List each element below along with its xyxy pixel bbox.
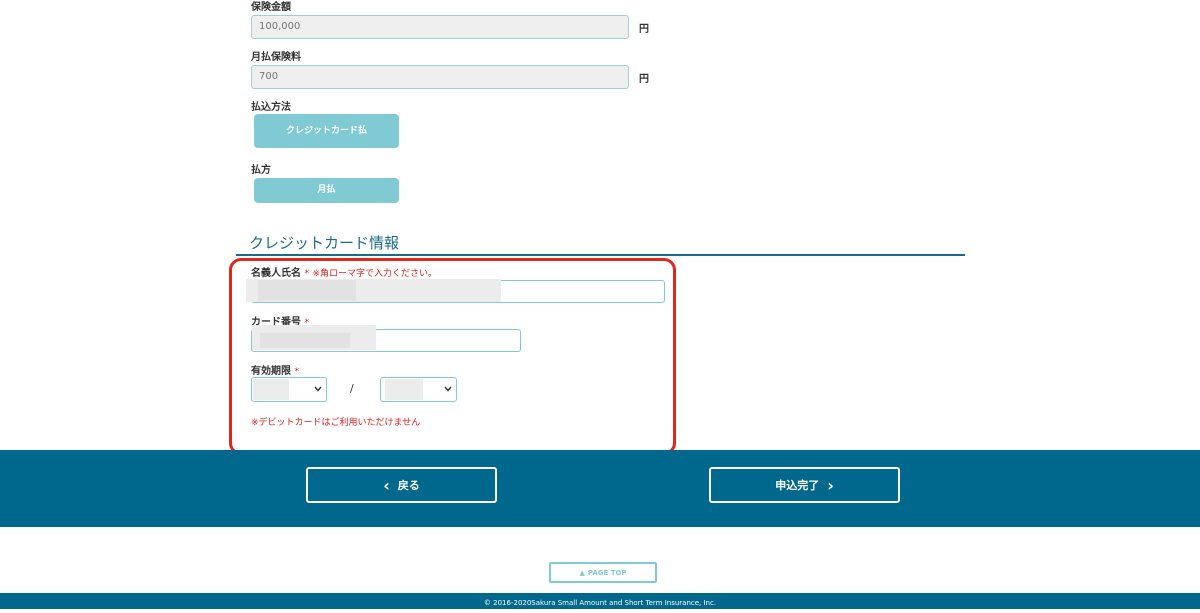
chevron-down-icon — [314, 386, 322, 392]
expiry-label-text: 有効期限 — [251, 366, 291, 377]
redacted-holder-name-core — [258, 280, 356, 301]
credit-card-payment-button[interactable]: クレジットカード払 — [254, 114, 399, 148]
credit-card-section-title: クレジットカード情報 — [249, 234, 400, 252]
page-top-label: PAGE TOP — [587, 568, 627, 577]
expiry-label: 有効期限 * — [251, 362, 299, 377]
submit-button-label: 申込完了 — [775, 479, 820, 492]
chevron-down-icon — [444, 386, 452, 392]
expiry-year-select[interactable] — [380, 377, 457, 402]
monthly-premium-field[interactable]: 700 — [251, 65, 629, 89]
redacted-card-number-core — [260, 333, 350, 348]
redacted-expiry-year — [385, 379, 423, 400]
arrow-up-icon: ▲ — [579, 568, 585, 577]
monthly-premium-unit: 円 — [639, 74, 649, 85]
navigation-band: ‹ 戻る 申込完了 › — [0, 450, 1200, 527]
expiry-month-select[interactable] — [251, 377, 327, 402]
monthly-premium-label: 月払保険料 — [251, 52, 301, 63]
insurance-amount-unit: 円 — [639, 24, 649, 35]
holder-name-note: ※角ローマ字で入力ください。 — [312, 269, 438, 279]
payment-frequency-label: 払方 — [251, 165, 271, 176]
expiry-separator: / — [350, 382, 354, 395]
payment-method-label: 払込方法 — [251, 102, 291, 113]
section-divider — [236, 254, 965, 256]
chevron-left-icon: ‹ — [383, 475, 390, 495]
copyright-text: © 2016-2020Sakura Small Amount and Short… — [483, 599, 717, 607]
footer: © 2016-2020Sakura Small Amount and Short… — [0, 593, 1200, 609]
required-mark: * — [304, 269, 309, 279]
submit-button[interactable]: 申込完了 › — [709, 467, 900, 503]
holder-name-label-text: 名義人氏名 — [251, 268, 301, 279]
insurance-amount-label: 保険金額 — [251, 2, 291, 13]
back-button[interactable]: ‹ 戻る — [306, 467, 497, 503]
required-mark: * — [294, 367, 299, 377]
holder-name-label: 名義人氏名 * ※角ローマ字で入力ください。 — [251, 264, 437, 279]
redacted-expiry-month — [253, 379, 289, 400]
insurance-amount-field[interactable]: 100,000 — [251, 15, 629, 39]
debit-card-note: ※デビットカードはご利用いただけません — [251, 418, 421, 428]
monthly-payment-button[interactable]: 月払 — [254, 178, 399, 203]
chevron-right-icon: › — [827, 475, 834, 495]
page-top-button[interactable]: ▲ PAGE TOP — [549, 562, 657, 583]
back-button-label: 戻る — [397, 479, 420, 492]
